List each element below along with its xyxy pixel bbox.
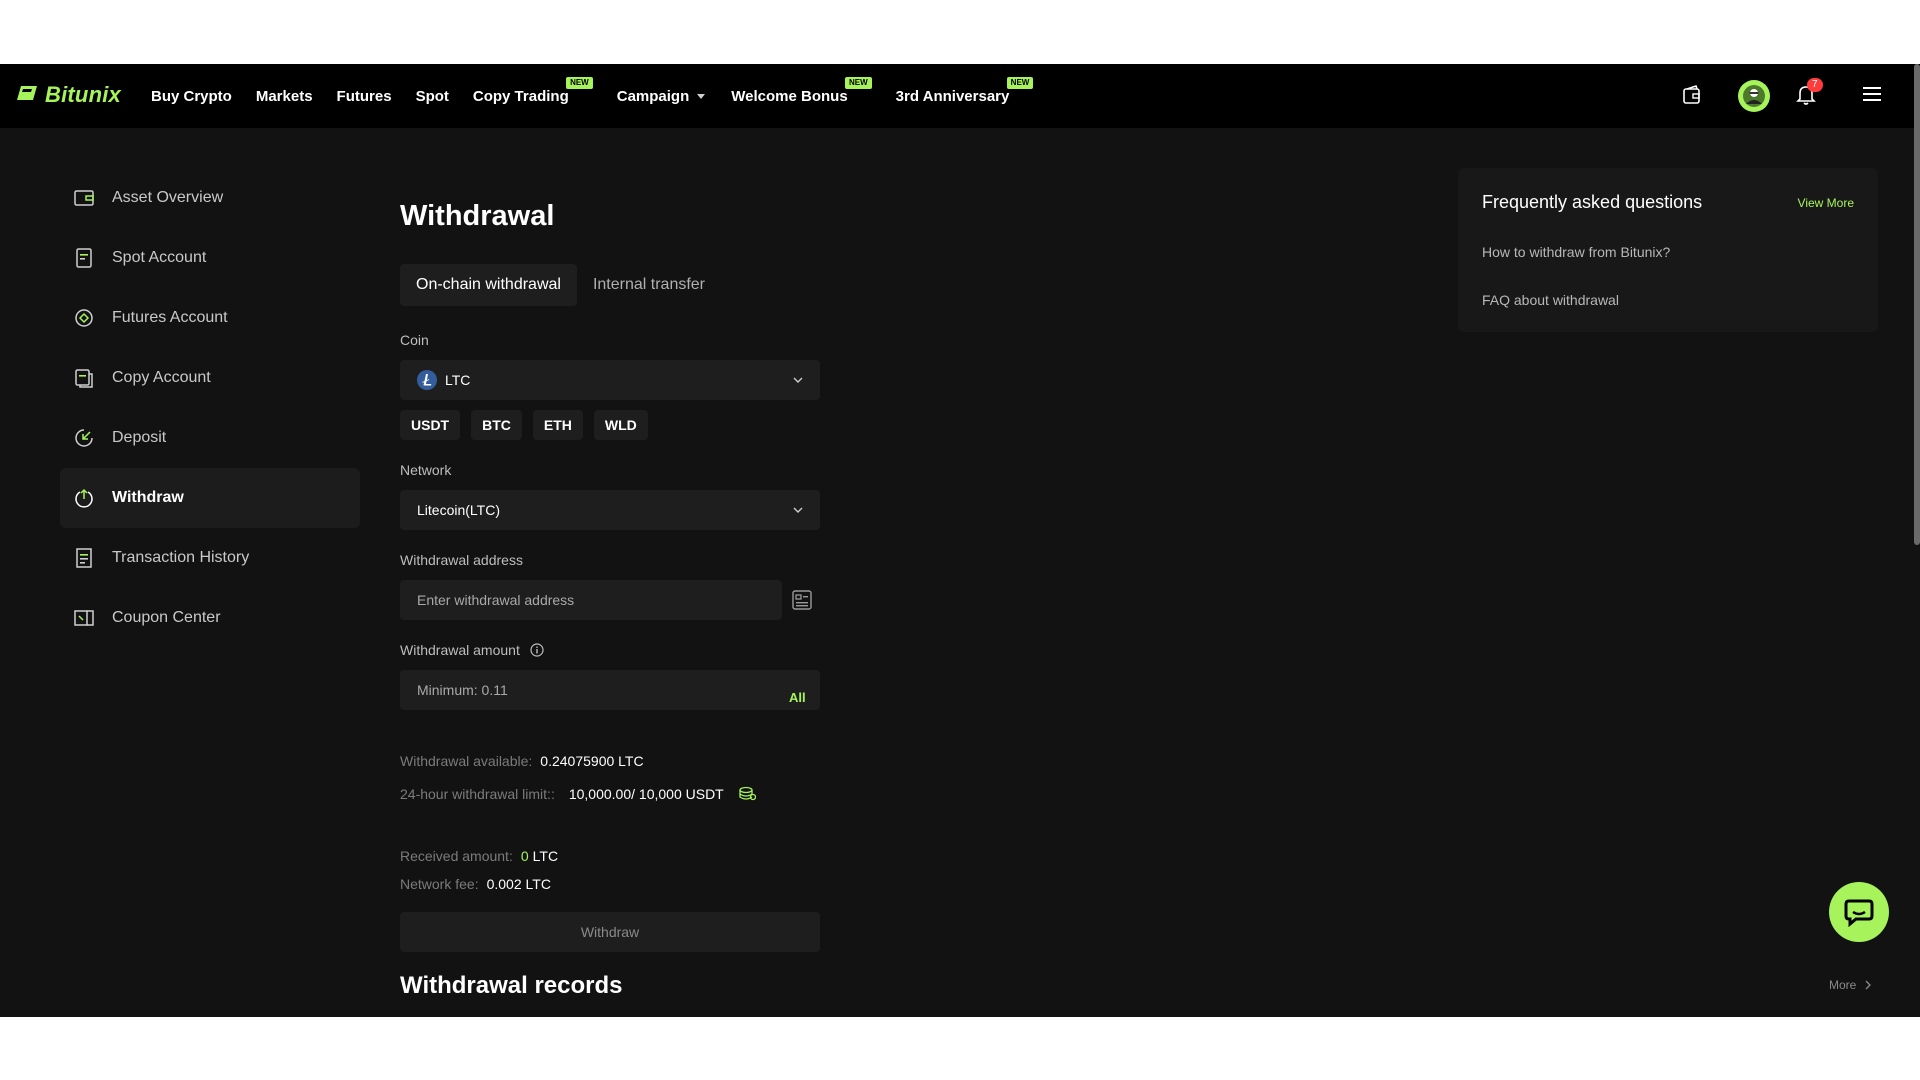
amount-label: Withdrawal amount (400, 642, 520, 658)
faq-link-about-withdrawal[interactable]: FAQ about withdrawal (1482, 292, 1619, 308)
logo-icon (17, 84, 39, 107)
tab-on-chain-withdrawal[interactable]: On-chain withdrawal (400, 264, 577, 306)
caret-down-icon (697, 93, 706, 99)
limit-label: 24-hour withdrawal limit:: (400, 786, 555, 802)
faq-link-how-to-withdraw[interactable]: How to withdraw from Bitunix? (1482, 244, 1670, 260)
chevron-down-icon (792, 503, 804, 519)
coin-chip-eth[interactable]: ETH (532, 410, 583, 440)
wallet-icon (74, 188, 94, 208)
withdrawal-tabs: On-chain withdrawal Internal transfer (400, 264, 721, 306)
received-unit: LTC (532, 848, 559, 864)
received-row: Received amount: 0 LTC (400, 848, 558, 864)
info-icon[interactable] (530, 643, 544, 657)
sidebar-item-coupon-center[interactable]: Coupon Center (60, 588, 360, 648)
copy-icon (74, 368, 94, 388)
coupon-icon (74, 608, 94, 628)
sidebar-item-copy-account[interactable]: Copy Account (60, 348, 360, 408)
available-value: 0.24075900 LTC (540, 753, 644, 769)
withdrawal-amount-input[interactable] (400, 670, 820, 710)
chat-icon (1844, 897, 1874, 927)
fee-label: Network fee: (400, 876, 479, 892)
chat-support-button[interactable] (1829, 882, 1889, 942)
quick-coin-chips: USDT BTC ETH WLD (400, 410, 648, 440)
available-label: Withdrawal available: (400, 753, 533, 769)
amount-label-row: Withdrawal amount (400, 642, 544, 658)
received-label: Received amount: (400, 848, 513, 864)
fee-row: Network fee: 0.002 LTC (400, 876, 551, 892)
fee-value: 0.002 LTC (486, 876, 551, 892)
coin-chip-usdt[interactable]: USDT (400, 410, 461, 440)
nav-markets[interactable]: Markets (256, 64, 313, 128)
new-badge: NEW (1006, 77, 1034, 89)
nav-welcome-bonus[interactable]: Welcome Bonus NEW (731, 64, 872, 128)
target-icon (74, 308, 94, 328)
more-label: More (1829, 978, 1857, 992)
sidebar-item-spot-account[interactable]: Spot Account (60, 228, 360, 288)
faq-view-more-link[interactable]: View More (1798, 196, 1854, 210)
sidebar-item-transaction-history[interactable]: Transaction History (60, 528, 360, 588)
app-window: Bitunix Buy Crypto Markets Futures Spot … (0, 64, 1920, 1017)
nav-copy-trading[interactable]: Copy Trading NEW (473, 64, 593, 128)
coins-stack-icon[interactable] (738, 786, 756, 802)
limit-row: 24-hour withdrawal limit:: 10,000.00/ 10… (400, 786, 756, 802)
address-label: Withdrawal address (400, 552, 523, 568)
nav-futures[interactable]: Futures (337, 64, 392, 128)
coin-label: Coin (400, 332, 429, 348)
litecoin-icon (417, 370, 437, 390)
withdraw-button[interactable]: Withdraw (400, 912, 820, 952)
logo[interactable]: Bitunix (17, 82, 121, 108)
network-select[interactable]: Litecoin(LTC) (400, 490, 820, 530)
nav-campaign[interactable]: Campaign (617, 64, 706, 128)
notification-count: 7 (1807, 78, 1823, 92)
faq-panel: Frequently asked questions View More How… (1458, 168, 1878, 332)
coin-value: LTC (445, 372, 471, 388)
withdraw-icon (74, 488, 94, 508)
sidebar-item-deposit[interactable]: Deposit (60, 408, 360, 468)
new-badge: NEW (845, 77, 872, 89)
document-icon (74, 248, 94, 268)
deposit-icon (74, 428, 94, 448)
sidebar-item-withdraw[interactable]: Withdraw (60, 468, 360, 528)
coin-select[interactable]: LTC (400, 360, 820, 400)
chevron-right-icon (1864, 980, 1872, 990)
available-row: Withdrawal available: 0.24075900 LTC (400, 753, 644, 769)
faq-title: Frequently asked questions (1482, 192, 1703, 212)
nav-spot[interactable]: Spot (416, 64, 449, 128)
all-amount-button[interactable]: All (789, 690, 806, 705)
received-value: 0 (520, 848, 529, 864)
network-label: Network (400, 462, 452, 478)
withdrawal-address-input[interactable] (400, 580, 782, 620)
sidebar-item-futures-account[interactable]: Futures Account (60, 288, 360, 348)
withdrawal-records-title: Withdrawal records (400, 972, 623, 999)
avatar[interactable] (1738, 80, 1770, 112)
top-navigation: Bitunix Buy Crypto Markets Futures Spot … (0, 64, 1920, 128)
chevron-down-icon (792, 373, 804, 389)
page-title: Withdrawal (400, 200, 555, 232)
address-book-icon[interactable] (792, 590, 812, 615)
nav-3rd-anniversary[interactable]: 3rd Anniversary NEW (896, 64, 1034, 128)
main-nav: Buy Crypto Markets Futures Spot Copy Tra… (151, 64, 1034, 128)
receipt-icon (74, 548, 94, 568)
coin-chip-wld[interactable]: WLD (593, 410, 648, 440)
sidebar-item-asset-overview[interactable]: Asset Overview (60, 168, 360, 228)
limit-value: 10,000.00/ 10,000 USDT (568, 786, 724, 802)
records-more-link[interactable]: More (1829, 978, 1872, 992)
nav-buy-crypto[interactable]: Buy Crypto (151, 64, 232, 128)
logo-text: Bitunix (45, 82, 121, 107)
network-value: Litecoin(LTC) (417, 502, 500, 518)
wallet-icon[interactable] (1682, 84, 1702, 111)
coin-chip-btc[interactable]: BTC (471, 410, 522, 440)
tab-internal-transfer[interactable]: Internal transfer (577, 264, 721, 306)
new-badge: NEW (566, 77, 593, 89)
page-scrollbar[interactable] (1914, 64, 1920, 545)
menu-icon[interactable] (1863, 86, 1881, 107)
sidebar: Asset Overview Spot Account Futures Acco… (60, 168, 360, 648)
